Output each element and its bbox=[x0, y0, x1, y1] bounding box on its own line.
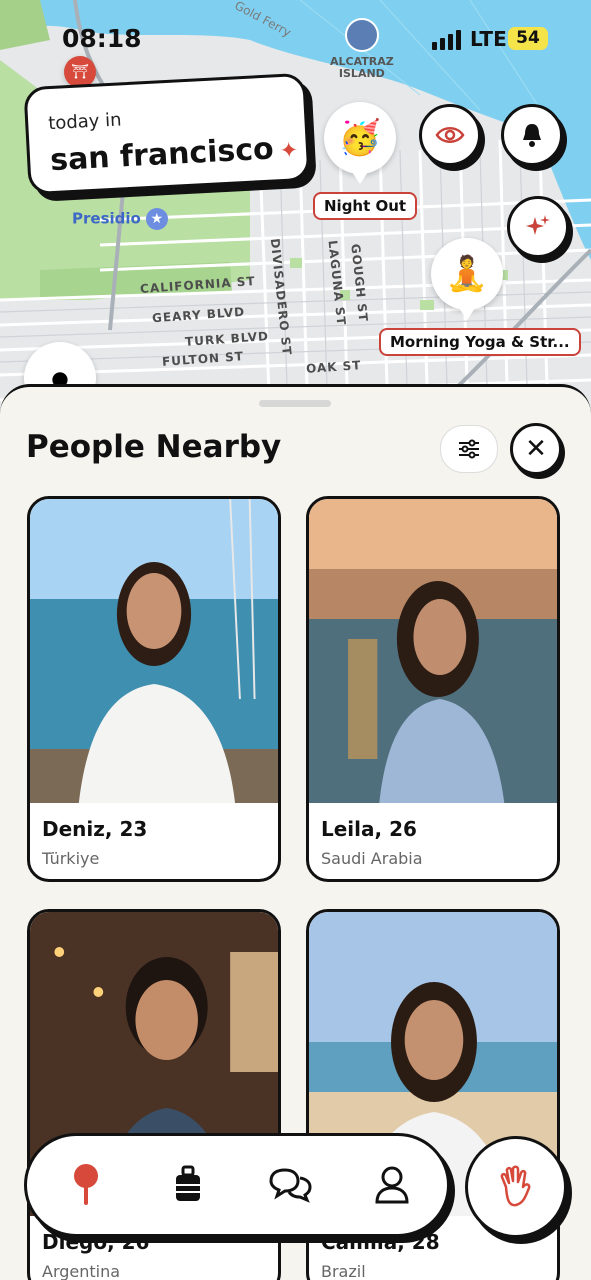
person-name: Leila, 26 bbox=[321, 817, 417, 841]
nav-profile[interactable] bbox=[367, 1160, 417, 1210]
visibility-button[interactable] bbox=[419, 104, 481, 166]
star-icon: ★ bbox=[145, 208, 168, 230]
today-label: today in bbox=[47, 109, 123, 135]
wave-button[interactable] bbox=[465, 1136, 567, 1238]
sheet-title: People Nearby bbox=[26, 429, 282, 465]
person-name: Deniz, 23 bbox=[42, 817, 148, 841]
presidio-text: Presidio bbox=[72, 209, 141, 228]
event-pin-yoga[interactable]: 🧘 bbox=[431, 238, 503, 320]
network-label: LTE bbox=[470, 27, 507, 51]
drag-handle[interactable] bbox=[259, 400, 331, 407]
close-icon: ✕ bbox=[525, 434, 547, 464]
event-pin-night-out[interactable]: 🥳 bbox=[324, 102, 396, 184]
bell-icon bbox=[523, 124, 541, 147]
person-photo bbox=[309, 499, 557, 803]
person-country: Türkiye bbox=[42, 849, 100, 868]
nav-messages[interactable] bbox=[265, 1160, 315, 1210]
person-country: Argentina bbox=[42, 1262, 121, 1280]
bottom-nav bbox=[24, 1133, 450, 1237]
event-label-night-out[interactable]: Night Out bbox=[313, 192, 418, 220]
nav-trips[interactable] bbox=[163, 1160, 213, 1210]
ai-suggestions-button[interactable] bbox=[507, 196, 569, 258]
yoga-emoji-icon: 🧘 bbox=[445, 254, 489, 294]
person-country: Saudi Arabia bbox=[321, 849, 423, 868]
person-photo bbox=[30, 499, 278, 803]
city-text: san francisco bbox=[49, 131, 275, 179]
profile-icon bbox=[375, 1166, 409, 1204]
sliders-icon bbox=[459, 439, 479, 459]
city-name: san francisco ✦ bbox=[49, 130, 299, 178]
close-button[interactable]: ✕ bbox=[510, 423, 562, 475]
person-country: Brazil bbox=[321, 1262, 366, 1280]
nav-map[interactable] bbox=[61, 1160, 111, 1210]
map-pin-icon bbox=[74, 1164, 98, 1205]
presidio-label[interactable]: Presidio ★ bbox=[72, 208, 168, 230]
eye-icon bbox=[435, 127, 465, 143]
status-bar: 08:18 LTE 54 bbox=[0, 0, 591, 70]
sparkle-icon: ✦ bbox=[279, 138, 299, 165]
sparkles-icon bbox=[526, 215, 550, 235]
party-emoji-icon: 🥳 bbox=[338, 118, 382, 158]
event-label-yoga[interactable]: Morning Yoga & Str... bbox=[379, 328, 581, 356]
battery-icon: 54 bbox=[508, 27, 548, 50]
notifications-button[interactable] bbox=[501, 104, 563, 166]
person-card[interactable]: Leila, 26 Saudi Arabia bbox=[306, 496, 560, 882]
person-card[interactable]: Deniz, 23 Türkiye bbox=[27, 496, 281, 882]
chat-icon bbox=[269, 1168, 312, 1203]
wave-hand-icon bbox=[500, 1165, 531, 1207]
signal-icon bbox=[432, 30, 461, 50]
clock: 08:18 bbox=[62, 24, 142, 53]
luggage-icon bbox=[176, 1165, 200, 1201]
city-card[interactable]: today in san francisco ✦ bbox=[23, 72, 311, 196]
filter-button[interactable] bbox=[440, 425, 498, 473]
